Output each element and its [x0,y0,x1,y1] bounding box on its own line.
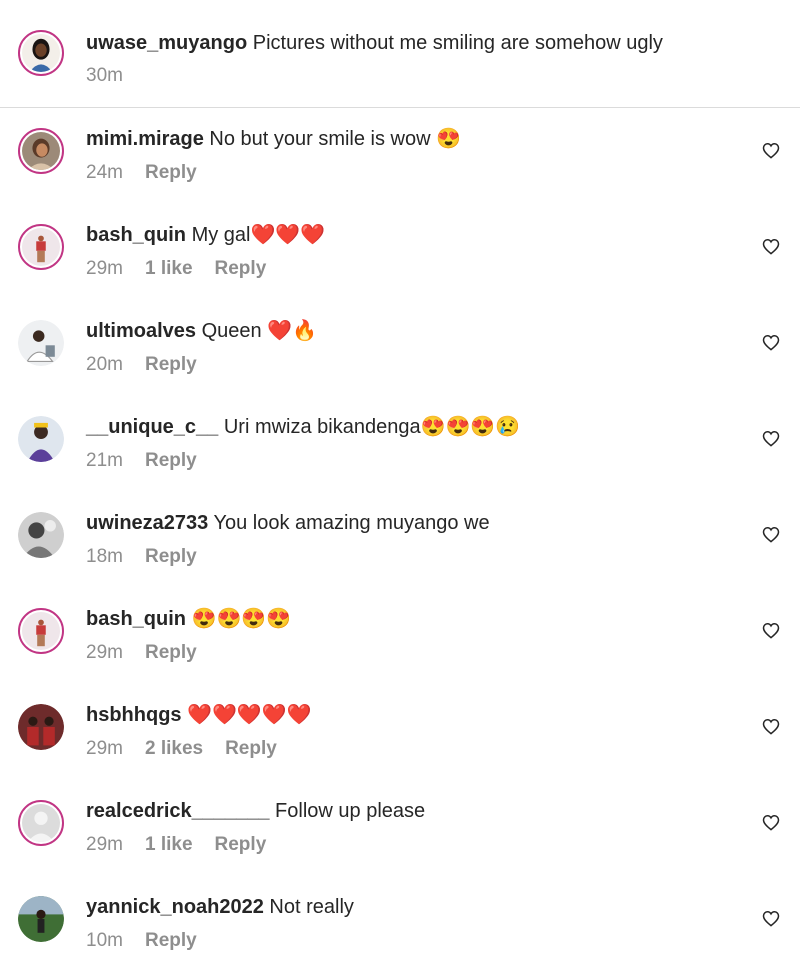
like-heart-icon[interactable] [762,334,780,351]
reply-button[interactable]: Reply [145,354,197,375]
like-heart-icon[interactable] [762,430,780,447]
avatar[interactable] [18,416,64,462]
comment-username[interactable]: ultimoalves [86,320,196,342]
avatar[interactable] [18,30,64,76]
reply-button[interactable]: Reply [145,546,197,567]
comment-row: mimi.mirage No but your smile is wow 😍 24… [0,113,800,209]
post-caption: uwase_muyango Pictures without me smilin… [0,0,800,108]
comment-text: You look amazing muyango we [208,512,490,534]
like-heart-icon[interactable] [762,526,780,543]
comment-time: 21m [86,450,123,471]
profile-photo [22,228,60,266]
comment-time: 29m [86,258,123,279]
profile-photo [18,704,64,750]
like-heart-icon[interactable] [762,910,780,927]
comment-time: 20m [86,354,123,375]
comment-text: ❤️❤️❤️❤️❤️ [181,704,312,726]
like-heart-icon[interactable] [762,142,780,159]
avatar[interactable] [18,320,64,366]
comment-text: Queen ❤️🔥 [196,320,318,342]
avatar[interactable] [18,224,64,270]
reply-button[interactable]: Reply [215,258,267,279]
profile-photo [18,896,64,942]
like-heart-icon[interactable] [762,238,780,255]
comment-likes-count[interactable]: 1 like [145,834,193,855]
avatar[interactable] [18,608,64,654]
reply-button[interactable]: Reply [145,162,197,183]
like-heart-icon[interactable] [762,718,780,735]
comment-time: 18m [86,546,123,567]
profile-photo [22,804,60,842]
caption-username[interactable]: uwase_muyango [86,32,247,54]
like-heart-icon[interactable] [762,814,780,831]
comment-username[interactable]: yannick_noah2022 [86,896,264,918]
reply-button[interactable]: Reply [225,738,277,759]
comment-text: Follow up please [269,800,426,822]
comment-row: realcedrick_______ Follow up please 29m 1 … [0,785,800,881]
profile-photo [22,132,60,170]
comment-username[interactable]: uwineza2733 [86,512,208,534]
profile-photo [22,34,60,72]
reply-button[interactable]: Reply [145,450,197,471]
comment-text: Not really [263,896,354,918]
comment-row: hsbhhqgs ❤️❤️❤️❤️❤️ 29m 2 likes Reply [0,689,800,785]
comment-username[interactable]: mimi.mirage [86,128,204,150]
comment-row: __unique_c__ Uri mwiza bikandenga😍😍😍😢 21m… [0,401,800,497]
like-heart-icon[interactable] [762,622,780,639]
comment-username[interactable]: hsbhhqgs [86,704,182,726]
comment-likes-count[interactable]: 2 likes [145,738,203,759]
caption-time: 30m [86,65,123,86]
profile-photo [18,416,64,462]
reply-button[interactable]: Reply [215,834,267,855]
comment-text: My gal❤️❤️❤️ [186,224,326,246]
comment-row: yannick_noah2022 Not really 10m Reply [0,881,800,977]
comment-username[interactable]: bash_quin [86,224,186,246]
comment-time: 24m [86,162,123,183]
comment-text: 😍😍😍😍 [186,608,292,630]
avatar[interactable] [18,800,64,846]
comment-username[interactable]: __unique_c__ [86,416,218,438]
comment-text: No but your smile is wow 😍 [203,128,462,150]
avatar[interactable] [18,896,64,942]
comment-time: 29m [86,738,123,759]
comment-row: bash_quin 😍😍😍😍 29m Reply [0,593,800,689]
comment-username[interactable]: bash_quin [86,608,186,630]
comment-row: ultimoalves Queen ❤️🔥 20m Reply [0,305,800,401]
avatar[interactable] [18,704,64,750]
profile-photo [18,512,64,558]
profile-photo [22,612,60,650]
comment-row: uwineza2733 You look amazing muyango we 1… [0,497,800,593]
caption-text: Pictures without me smiling are somehow … [252,32,663,54]
avatar[interactable] [18,512,64,558]
comment-text: Uri mwiza bikandenga😍😍😍😢 [218,416,521,438]
comment-time: 29m [86,834,123,855]
avatar[interactable] [18,128,64,174]
comment-time: 10m [86,930,123,951]
comment-likes-count[interactable]: 1 like [145,258,193,279]
comment-row: bash_quin My gal❤️❤️❤️ 29m 1 like Reply [0,209,800,305]
comment-time: 29m [86,642,123,663]
comment-username[interactable]: realcedrick_______ [86,800,270,822]
profile-photo [18,320,64,366]
reply-button[interactable]: Reply [145,930,197,951]
reply-button[interactable]: Reply [145,642,197,663]
